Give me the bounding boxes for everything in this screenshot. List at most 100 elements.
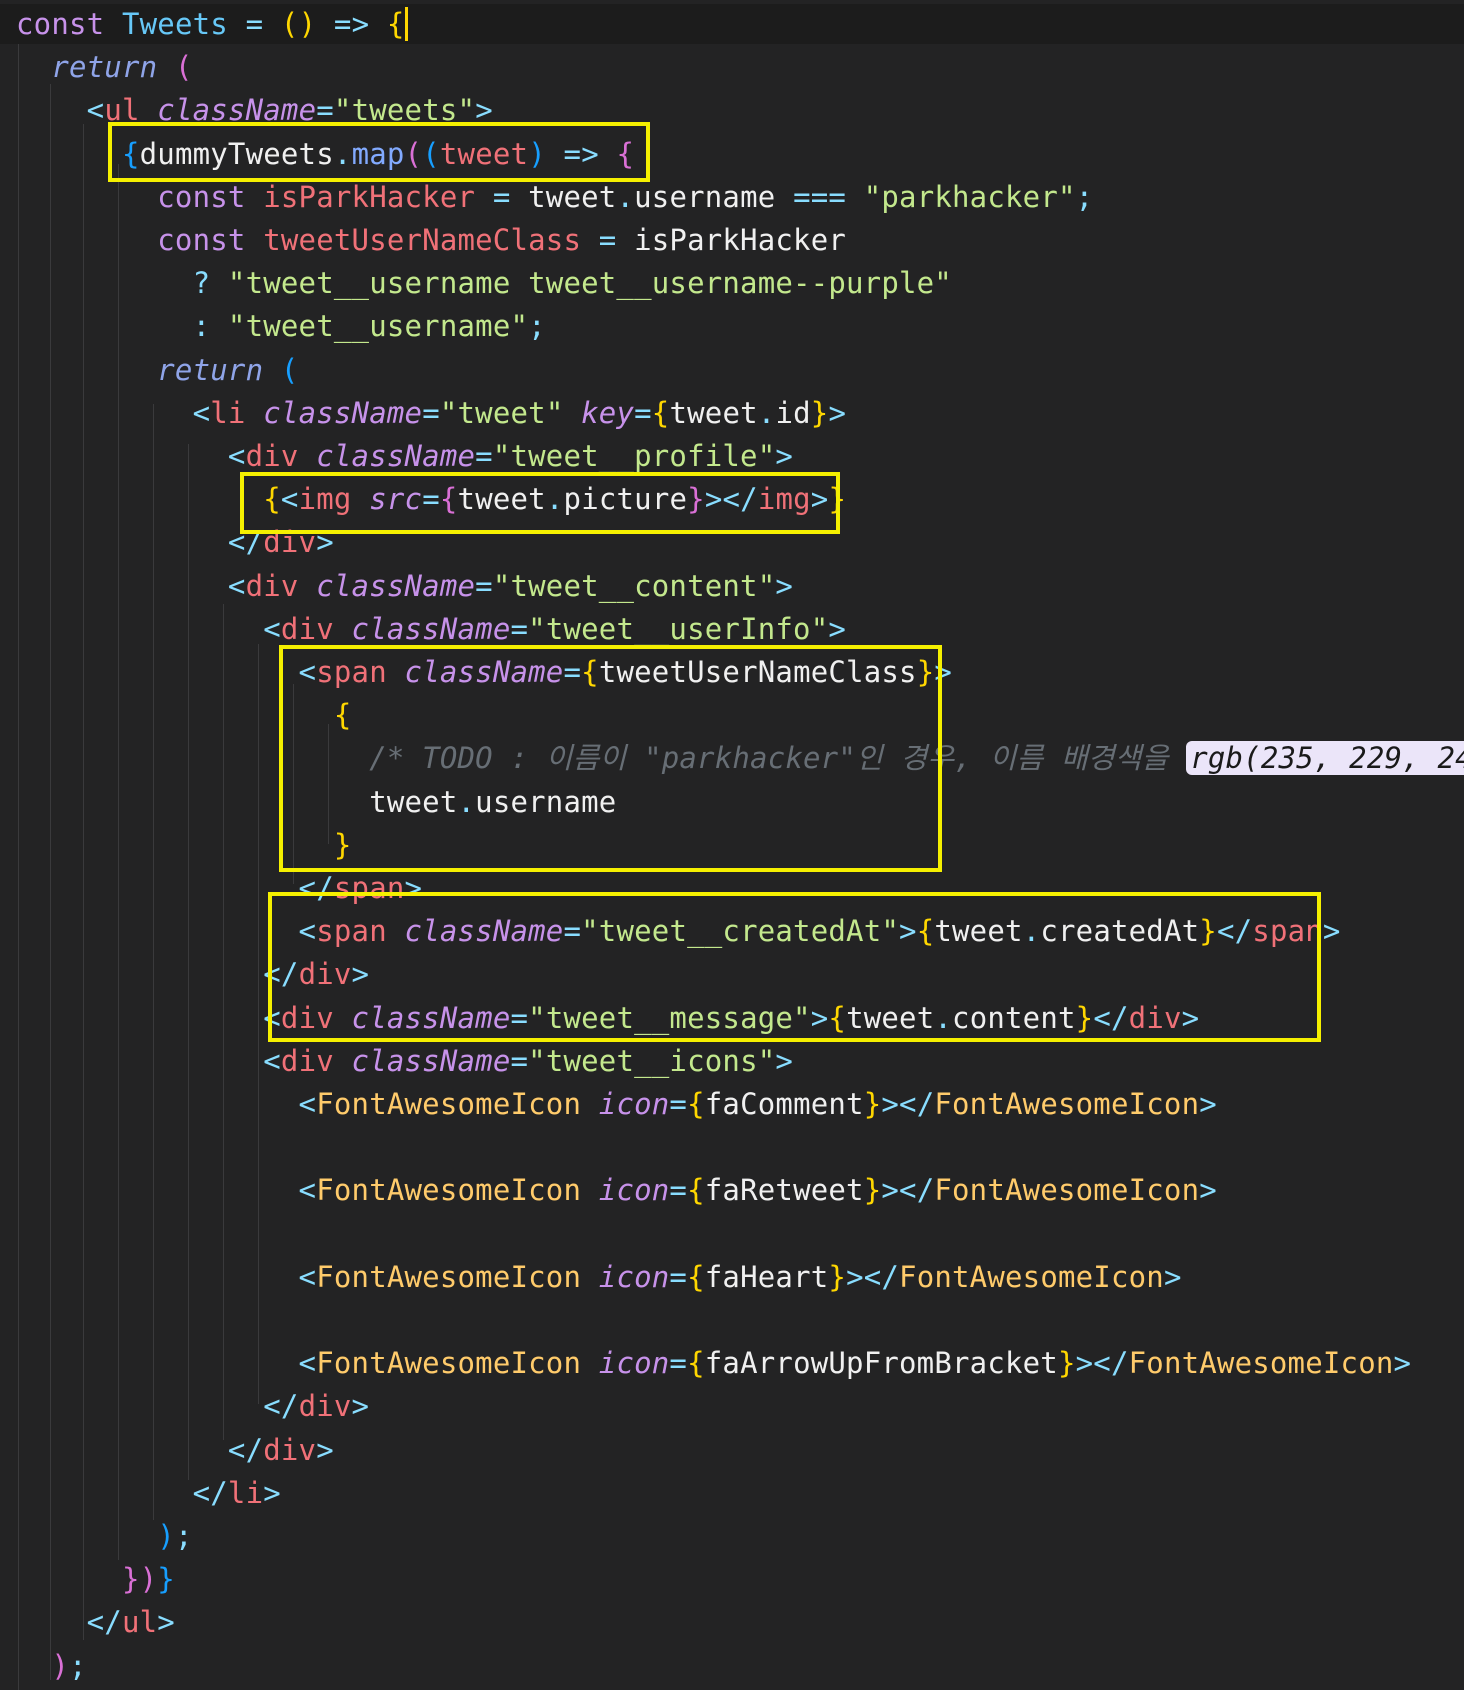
code-token: return [16,352,281,387]
code-token: ></ [1075,1346,1129,1381]
code-line[interactable]: </ul> [16,1602,175,1642]
code-token: < [16,568,246,603]
code-token: < [16,439,246,473]
code-token: } [1057,1346,1076,1381]
code-token: < [16,1043,281,1078]
code-token: ; [174,1519,193,1553]
code-token: } [863,1173,882,1208]
code-token: > [1393,1346,1412,1381]
code-token: = [510,1043,529,1078]
code-token: div [245,568,317,603]
code-token: = [227,7,281,41]
code-token: < [16,1000,281,1035]
code-token: className [351,1043,511,1078]
code-token: ? [16,266,228,301]
code-line[interactable]: <FontAwesomeIcon icon={faComment}></Font… [16,1084,1217,1124]
code-token: ></ [881,1173,935,1208]
code-token: </ [16,525,264,560]
code-token: id [775,395,811,430]
code-token: key [581,395,635,430]
code-line[interactable]: <FontAwesomeIcon icon={faHeart}></FontAw… [16,1257,1182,1297]
code-token: < [16,611,281,646]
code-token: div [298,1389,352,1424]
code-line[interactable]: ? "tweet__username tweet__username--purp… [16,263,952,303]
code-line[interactable]: const tweetUserNameClass = isParkHacker [16,220,846,260]
code-token: "tweet__userInfo" [528,611,829,646]
code-line[interactable]: <div className="tweet__profile"> [16,436,793,476]
code-line[interactable]: <div className="tweet__icons"> [16,1041,793,1081]
code-token: } [157,1562,175,1597]
code-line[interactable]: })} [16,1559,175,1599]
code-token: li [227,1475,264,1510]
code-token: faComment [704,1087,864,1121]
code-line[interactable]: <li className="tweet" key={tweet.id}> [16,393,846,433]
code-token: const [16,7,122,41]
code-token: Tweets [121,7,228,41]
code-token: < [16,655,317,689]
code-token: "tweet__profile" [492,439,776,473]
code-line[interactable]: : "tweet__username"; [16,306,546,346]
code-line[interactable]: return ( [16,47,193,87]
code-token: === [775,179,864,214]
code-token: { [687,1259,705,1294]
code-token: </ [16,957,299,992]
code-token: "tweet__username tweet__username--purple… [227,266,952,301]
code-token: = [475,568,493,603]
code-line[interactable]: </div> [16,1386,369,1426]
code-token: { [687,1346,705,1381]
code-line[interactable]: <FontAwesomeIcon icon={faArrowUpFromBrac… [16,1343,1411,1383]
highlight-box-username [279,645,942,872]
code-line[interactable]: return ( [16,350,299,390]
code-line[interactable]: </li> [16,1473,281,1513]
code-line[interactable]: <div className="tweet__userInfo"> [16,609,846,649]
code-token: "tweet__content" [492,568,776,603]
code-token: . [616,179,635,214]
code-token: ( [280,352,299,387]
code-token: < [16,1087,317,1121]
code-token: } [828,1259,847,1294]
code-line[interactable]: ); [16,1516,193,1556]
code-editor[interactable]: const Tweets = () => { return ( <ul clas… [0,0,1464,1690]
code-token: const [16,179,264,214]
code-token: ></ [846,1259,900,1294]
code-token: ; [1075,179,1094,214]
code-token: "parkhacker" [863,179,1076,214]
code-token: () [280,7,317,41]
code-token: FontAwesomeIcon [899,1259,1164,1294]
code-token: "tweet" [439,395,582,430]
code-token: tweetUserNameClass [263,223,582,257]
code-token: < [16,93,105,128]
code-token: = [634,395,652,430]
code-line[interactable]: ); [16,1646,87,1686]
code-token: </ [16,1475,228,1510]
code-token: ) [16,1519,175,1553]
code-token: FontAwesomeIcon [316,1087,599,1121]
code-line[interactable]: const Tweets = () => { [0,4,1464,44]
code-token: = [669,1346,688,1381]
code-token: > [775,568,794,603]
code-token: > [775,439,794,473]
code-token: </ [16,1389,299,1424]
code-token: ></ [881,1087,935,1121]
code-token: div [245,439,317,473]
code-token: className [351,611,511,646]
code-token: className [316,439,476,473]
code-token: FontAwesomeIcon [316,1346,599,1381]
code-line[interactable]: <FontAwesomeIcon icon={faRetweet}></Font… [16,1170,1217,1210]
code-token: > [775,1043,794,1078]
code-token: = [422,395,440,430]
code-line[interactable]: const isParkHacker = tweet.username === … [16,177,1093,217]
code-token: . [757,395,776,430]
code-token: } [810,395,829,430]
code-line[interactable]: <div className="tweet__content"> [16,566,793,606]
code-token: > [316,1432,334,1467]
code-token: > [1322,914,1341,949]
code-token: > [351,1389,370,1424]
code-token: } [863,1087,882,1121]
code-token: FontAwesomeIcon [1128,1346,1394,1381]
code-token: isParkHacker [634,223,847,257]
code-token: li [210,395,264,430]
code-token: ( [174,50,193,85]
code-token: : [16,309,228,344]
code-line[interactable]: </div> [16,1430,334,1470]
